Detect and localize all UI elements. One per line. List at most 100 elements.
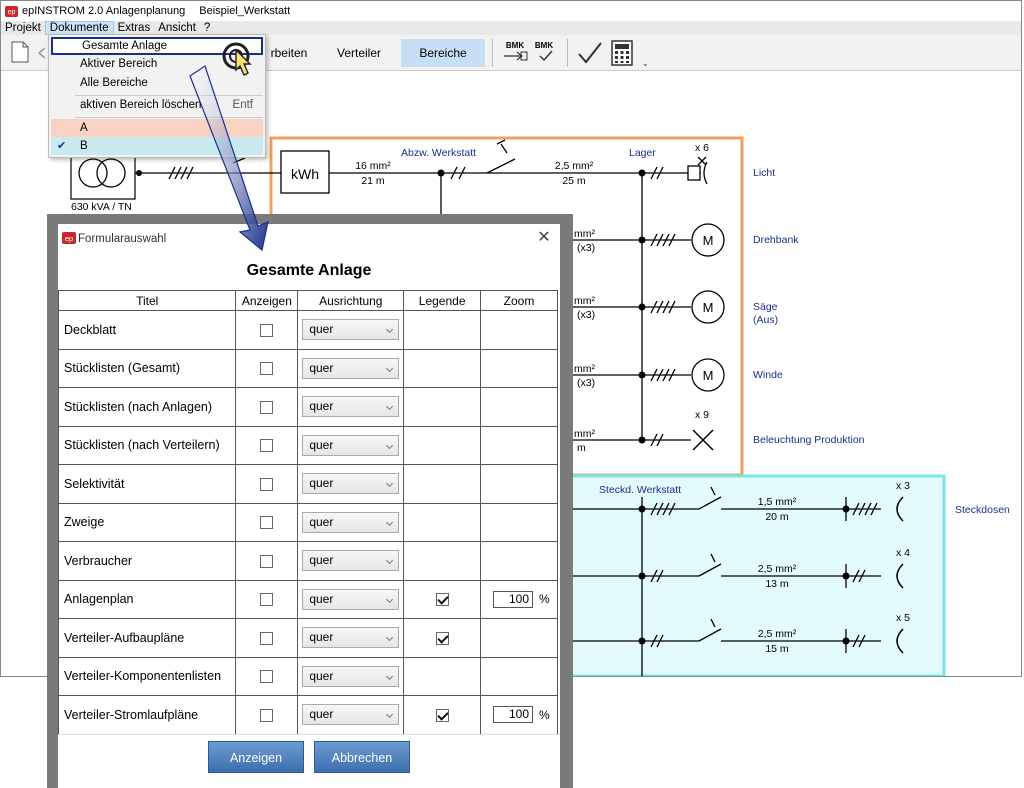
ausrichtung-select[interactable]: quer xyxy=(302,319,400,341)
table-header-row: Titel Anzeigen Ausrichtung Legende Zoom xyxy=(57,290,558,311)
branch-0: x 6 Licht xyxy=(638,142,775,185)
checkmark-icon[interactable] xyxy=(577,41,603,65)
anzeigen-checkbox[interactable] xyxy=(260,670,274,684)
table-row: Stücklisten (nach Anlagen) quer xyxy=(57,387,558,427)
legende-cell xyxy=(403,464,482,504)
row-title: Selektivität xyxy=(57,464,237,504)
transformer-label: 630 kVA / TN xyxy=(71,201,132,213)
chevron-down-icon xyxy=(386,403,394,411)
row-title: Verbraucher xyxy=(57,541,237,581)
zoom-input[interactable]: 100 xyxy=(493,590,534,608)
anzeigen-checkbox[interactable] xyxy=(260,439,274,453)
ausrichtung-select[interactable]: quer xyxy=(302,550,400,572)
anzeigen-checkbox[interactable] xyxy=(260,362,274,376)
socket-icon xyxy=(896,563,904,589)
ausrichtung-select[interactable]: quer xyxy=(302,627,400,649)
column-header-titel: Titel xyxy=(57,290,237,311)
table-row: Selektivität quer xyxy=(57,464,558,504)
formularauswahl-dialog: ep Formularauswahl ✕ Gesamte Anlage Tite… xyxy=(57,224,560,788)
ausrichtung-value: quer xyxy=(309,668,334,683)
abbrechen-button[interactable]: Abbrechen xyxy=(314,741,410,773)
ausrichtung-cell: quer xyxy=(297,464,405,504)
anzeigen-checkbox[interactable] xyxy=(260,477,274,491)
bereiche-button[interactable]: Bereiche xyxy=(401,39,485,67)
ausrichtung-cell: quer xyxy=(297,618,405,658)
back-arrow-icon[interactable] xyxy=(37,47,47,59)
licht-cable-section: 2,5 mm² xyxy=(555,160,594,172)
chevron-down-icon xyxy=(386,672,394,680)
legende-checkbox[interactable] xyxy=(435,708,449,722)
menu-item-label: Aktiver Bereich xyxy=(80,58,158,70)
close-icon[interactable]: ✕ xyxy=(536,230,552,246)
menu-item-label: aktiven Bereich löschen xyxy=(80,99,202,111)
socket-group-name: Steckdosen xyxy=(955,504,1010,516)
menu-ansicht[interactable]: Ansicht xyxy=(154,21,200,35)
branch-name: Säge xyxy=(753,301,778,313)
menu-item-gesamte-anlage[interactable]: Gesamte Anlage xyxy=(51,37,263,55)
anzeigen-checkbox[interactable] xyxy=(260,631,274,645)
table-row: Deckblatt quer xyxy=(57,310,558,350)
row-title: Verteiler-Stromlaufpläne xyxy=(57,695,237,735)
menu-extras[interactable]: Extras xyxy=(114,21,155,35)
zoom-cell xyxy=(480,387,558,427)
ausrichtung-select[interactable]: quer xyxy=(302,396,400,418)
zoom-cell xyxy=(480,541,558,581)
menu-item-aktiver-bereich[interactable]: Aktiver Bereich xyxy=(51,55,263,73)
toolbar-overflow-icon[interactable]: ⌄ xyxy=(642,59,649,68)
bmk-export-button[interactable]: BMK xyxy=(501,41,529,65)
new-document-icon[interactable] xyxy=(11,41,29,63)
branch-cable-length: (x3) xyxy=(577,377,595,389)
legende-checkbox[interactable] xyxy=(435,631,449,645)
socket-branch-2: 2,5 mm² 15 m x 5 xyxy=(561,612,910,655)
anzeigen-button[interactable]: Anzeigen xyxy=(208,741,304,773)
menu-item-label: Alle Bereiche xyxy=(80,77,148,89)
zoom-unit: % xyxy=(539,592,550,607)
ausrichtung-select[interactable]: quer xyxy=(302,665,400,687)
ausrichtung-value: quer xyxy=(309,322,334,337)
ausrichtung-select[interactable]: quer xyxy=(302,434,400,456)
menu-shortcut: Entf xyxy=(232,99,253,111)
anzeigen-checkbox[interactable] xyxy=(260,708,274,722)
zoom-cell: 100% xyxy=(480,579,558,619)
bmk-check-button[interactable]: BMK xyxy=(531,41,557,65)
menu-item-area-a[interactable]: A xyxy=(51,119,263,137)
menu-projekt[interactable]: Projekt xyxy=(1,21,45,35)
ausrichtung-cell: quer xyxy=(297,541,405,581)
legende-checkbox[interactable] xyxy=(435,593,449,607)
feed-cable-section: 16 mm² xyxy=(355,160,391,172)
zoom-unit: % xyxy=(539,707,550,722)
menu-dokumente[interactable]: Dokumente xyxy=(44,21,114,35)
anzeigen-checkbox[interactable] xyxy=(260,593,274,607)
legende-cell xyxy=(403,541,482,581)
ausrichtung-select[interactable]: quer xyxy=(302,704,400,726)
anzeigen-cell xyxy=(235,502,299,542)
verteiler-button[interactable]: Verteiler xyxy=(323,39,395,67)
chevron-down-icon xyxy=(386,518,394,526)
ausrichtung-select[interactable]: quer xyxy=(302,588,400,610)
branch-name: Winde xyxy=(753,369,783,381)
ausrichtung-select[interactable]: quer xyxy=(302,511,400,533)
form-table: Titel Anzeigen Ausrichtung Legende Zoom … xyxy=(57,290,558,735)
motor-icon xyxy=(691,290,725,324)
svg-text:M: M xyxy=(703,368,714,383)
menu-item-alle-bereiche[interactable]: Alle Bereiche xyxy=(51,74,263,92)
checkmark-icon: ✔ xyxy=(57,140,67,152)
anzeigen-checkbox[interactable] xyxy=(260,323,274,337)
anzeigen-checkbox[interactable] xyxy=(260,554,274,568)
calculator-icon[interactable] xyxy=(611,40,633,66)
zoom-cell: 100% xyxy=(480,695,558,735)
svg-text:ep: ep xyxy=(65,234,73,243)
zoom-input[interactable]: 100 xyxy=(493,706,534,724)
anzeigen-checkbox[interactable] xyxy=(260,516,274,530)
anzeigen-checkbox[interactable] xyxy=(260,400,274,414)
menu-item-bereich-loeschen[interactable]: aktiven Bereich löschen Entf xyxy=(51,96,263,114)
bearbeiten-button[interactable]: rbeiten xyxy=(263,39,315,67)
anzeigen-cell xyxy=(235,310,299,350)
ausrichtung-select[interactable]: quer xyxy=(302,473,400,495)
menu-item-area-b[interactable]: ✔ B xyxy=(51,137,263,155)
branch-4: mm² m x 9 Beleuchtung Produktion xyxy=(561,409,865,454)
socket-icon xyxy=(896,628,904,654)
ausrichtung-value: quer xyxy=(309,399,334,414)
ausrichtung-select[interactable]: quer xyxy=(302,357,400,379)
menu-help[interactable]: ? xyxy=(200,21,214,35)
